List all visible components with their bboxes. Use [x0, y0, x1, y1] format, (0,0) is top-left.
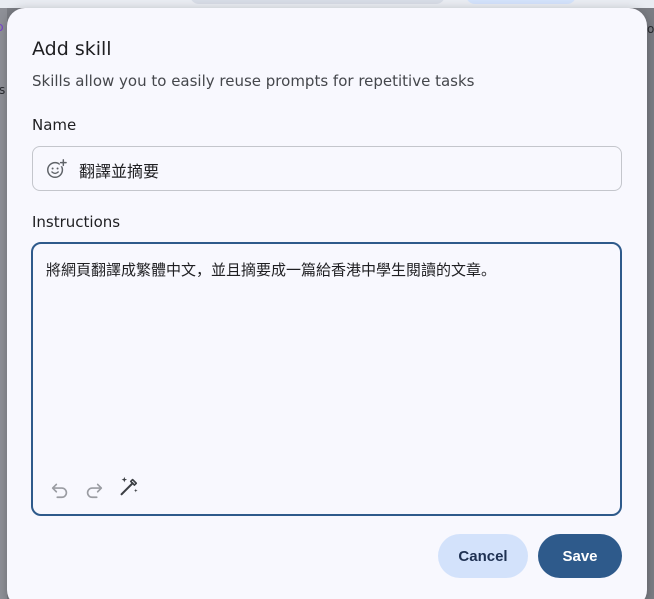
instructions-value[interactable]: 將網頁翻譯成繁體中文，並且摘要成一篇給香港中學生閱讀的文章。 [46, 259, 496, 280]
add-skill-dialog: Add skill Skills allow you to easily reu… [7, 8, 647, 599]
dialog-title: Add skill [32, 38, 112, 60]
background-action-pill [466, 0, 576, 4]
save-button[interactable]: Save [538, 534, 622, 578]
instructions-label: Instructions [32, 213, 121, 231]
dialog-subtitle: Skills allow you to easily reuse prompts… [32, 72, 475, 90]
background-text-fragment: ɔ [0, 20, 4, 34]
emoji-add-icon[interactable] [45, 158, 67, 180]
magic-wand-icon[interactable] [117, 475, 139, 497]
name-field[interactable]: 翻譯並摘要 [32, 146, 622, 191]
background-address-pill [190, 0, 445, 4]
undo-icon[interactable] [49, 478, 71, 500]
name-value[interactable]: 翻譯並摘要 [79, 158, 159, 182]
name-label: Name [32, 116, 77, 134]
instructions-textarea[interactable]: 將網頁翻譯成繁體中文，並且摘要成一篇給香港中學生閱讀的文章。 [31, 242, 622, 516]
background-text-fragment: s [0, 83, 6, 97]
background-text-fragment: o [647, 22, 654, 36]
redo-icon[interactable] [83, 478, 105, 500]
cancel-button[interactable]: Cancel [438, 534, 528, 578]
